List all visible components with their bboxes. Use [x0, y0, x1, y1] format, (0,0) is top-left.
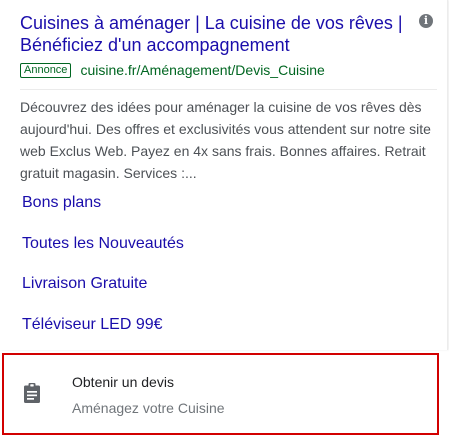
divider [20, 89, 437, 90]
search-ad-card: Cuisines à aménager | La cuisine de vos … [0, 0, 448, 350]
extension-title: Obtenir un devis [72, 374, 174, 390]
ad-headline-link[interactable]: Cuisines à aménager | La cuisine de vos … [20, 12, 405, 56]
sitelink-toutes-les-nouveautes[interactable]: Toutes les Nouveautés [22, 234, 184, 254]
sitelink-bons-plans[interactable]: Bons plans [22, 193, 101, 213]
sitelink-televiseur-led[interactable]: Téléviseur LED 99€ [22, 315, 163, 335]
sitelink-livraison-gratuite[interactable]: Livraison Gratuite [22, 274, 147, 294]
ad-url-line: Annonce cuisine.fr/Aménagement/Devis_Cui… [20, 62, 325, 79]
info-icon[interactable]: i [419, 14, 433, 28]
ad-description: Découvrez des idées pour aménager la cui… [20, 99, 431, 181]
clipboard-icon [24, 383, 40, 403]
quote-extension-button[interactable]: Obtenir un devis Aménagez votre Cuisine [2, 353, 439, 435]
display-url-link[interactable]: cuisine.fr/Aménagement/Devis_Cuisine [80, 62, 324, 79]
ad-badge: Annonce [20, 63, 72, 78]
extension-subtitle: Aménagez votre Cuisine [72, 400, 225, 416]
